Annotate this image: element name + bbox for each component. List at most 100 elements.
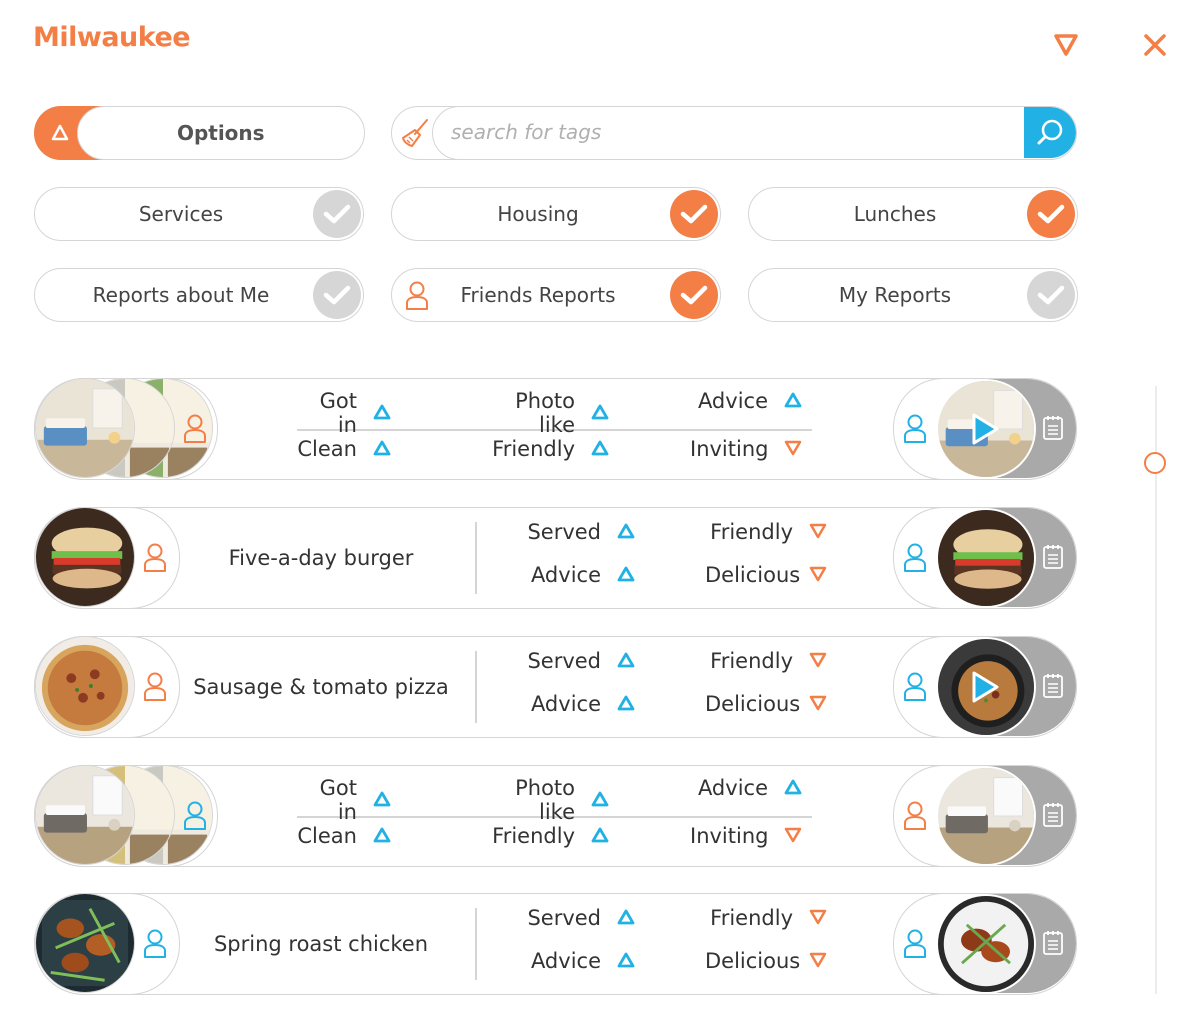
photo-thumbnail[interactable] — [35, 764, 135, 865]
divider — [475, 522, 477, 594]
close-icon[interactable] — [1143, 33, 1167, 57]
tag[interactable]: Got in — [297, 389, 391, 437]
tag[interactable]: Advice — [521, 692, 635, 716]
photo-thumbnail[interactable] — [35, 377, 135, 478]
photo-thumbnail[interactable] — [35, 506, 135, 607]
filter-label: My Reports — [838, 282, 952, 307]
divider — [475, 651, 477, 723]
user-icon[interactable] — [182, 800, 208, 836]
clear-broom-icon[interactable] — [400, 117, 430, 153]
user-icon[interactable] — [902, 542, 928, 578]
triangle-up-icon — [575, 824, 609, 848]
tag[interactable]: Clean — [297, 437, 391, 461]
user-icon[interactable] — [142, 928, 168, 964]
search-bar — [391, 105, 1077, 160]
checkmark-icon[interactable] — [670, 271, 718, 319]
tag[interactable]: Served — [521, 649, 635, 673]
tag[interactable]: Advice — [690, 389, 802, 413]
user-icon[interactable] — [902, 928, 928, 964]
checkmark-icon[interactable] — [1027, 190, 1075, 238]
filter-lunches[interactable]: Lunches — [748, 187, 1078, 241]
checkmark-icon[interactable] — [1027, 271, 1075, 319]
tag[interactable]: Photo like — [475, 389, 609, 437]
tag[interactable]: Friendly — [705, 906, 827, 930]
play-icon[interactable] — [969, 669, 1001, 709]
reporter-photo[interactable] — [936, 765, 1036, 866]
report-row[interactable]: Five-a-day burger Served Friendly Advice… — [33, 506, 1077, 609]
tag[interactable]: Friendly — [705, 520, 827, 544]
checkmark-icon[interactable] — [313, 190, 361, 238]
tag[interactable]: Got in — [297, 776, 391, 824]
options-button[interactable]: Options — [33, 105, 365, 160]
report-row[interactable]: Sausage & tomato pizza Served Friendly A… — [33, 635, 1077, 738]
tag[interactable]: Clean — [297, 824, 391, 848]
triangle-up-icon — [768, 776, 802, 800]
tag[interactable]: Photo like — [475, 776, 609, 824]
photo-thumbnail[interactable] — [35, 892, 135, 993]
tag-label: Served — [527, 520, 601, 544]
tag-label: Advice — [530, 563, 601, 587]
reporter-photo[interactable] — [936, 893, 1036, 994]
search-input[interactable] — [451, 106, 1011, 158]
tag-label: Advice — [530, 949, 601, 973]
notepad-icon[interactable] — [1042, 802, 1064, 832]
tag[interactable]: Delicious — [705, 563, 827, 587]
tag[interactable]: Friendly — [705, 649, 827, 673]
tag-label: Friendly — [492, 824, 575, 848]
tag[interactable]: Advice — [690, 776, 802, 800]
user-icon[interactable] — [902, 671, 928, 707]
report-row[interactable]: Spring roast chicken Served Friendly Adv… — [33, 892, 1077, 995]
search-button[interactable] — [1023, 106, 1076, 158]
reporter-cap — [893, 635, 1077, 738]
tag[interactable]: Friendly — [475, 437, 609, 461]
tag[interactable]: Advice — [521, 563, 635, 587]
reporter-cap — [893, 506, 1077, 609]
tag-label: Got in — [319, 389, 357, 437]
tag-label: Advice — [697, 776, 768, 800]
triangle-up-icon — [601, 949, 635, 973]
tag[interactable]: Friendly — [475, 824, 609, 848]
reporter-cap — [893, 892, 1077, 995]
tag[interactable]: Delicious — [705, 692, 827, 716]
notepad-icon[interactable] — [1042, 544, 1064, 574]
play-icon[interactable] — [969, 411, 1001, 451]
filter-triangle-icon[interactable] — [1053, 33, 1079, 57]
triangle-up-icon — [575, 401, 609, 425]
triangle-up-icon — [601, 520, 635, 544]
tag-label: Served — [527, 649, 601, 673]
filter-reports-about-me[interactable]: Reports about Me — [34, 268, 364, 322]
triangle-down-icon — [793, 520, 827, 544]
reporter-photo[interactable] — [936, 507, 1036, 608]
triangle-down-icon — [793, 906, 827, 930]
user-icon[interactable] — [142, 671, 168, 707]
filter-services[interactable]: Services — [34, 187, 364, 241]
filter-my-reports[interactable]: My Reports — [748, 268, 1078, 322]
tag[interactable]: Served — [521, 520, 635, 544]
user-icon[interactable] — [182, 413, 208, 449]
scrollbar-track[interactable] — [1155, 386, 1157, 994]
tag[interactable]: Delicious — [705, 949, 827, 973]
report-row[interactable]: Got in Photo like Advice Clean Friendly … — [33, 377, 1077, 480]
tag[interactable]: Inviting — [690, 824, 802, 848]
user-icon[interactable] — [902, 800, 928, 836]
checkmark-icon[interactable] — [313, 271, 361, 319]
tag[interactable]: Served — [521, 906, 635, 930]
photo-thumbnail[interactable] — [35, 635, 135, 736]
notepad-icon[interactable] — [1042, 673, 1064, 703]
notepad-icon[interactable] — [1042, 930, 1064, 960]
triangle-up-icon — [768, 389, 802, 413]
report-row[interactable]: Got in Photo like Advice Clean Friendly … — [33, 764, 1077, 867]
scrollbar-thumb[interactable] — [1144, 452, 1166, 474]
tag-label: Friendly — [492, 437, 575, 461]
triangle-up-icon — [51, 124, 68, 140]
user-icon[interactable] — [902, 413, 928, 449]
checkmark-icon[interactable] — [670, 190, 718, 238]
tag[interactable]: Advice — [521, 949, 635, 973]
triangle-up-icon — [357, 401, 391, 425]
tag[interactable]: Inviting — [690, 437, 802, 461]
user-icon[interactable] — [142, 542, 168, 578]
filter-housing[interactable]: Housing — [391, 187, 721, 241]
tag-label: Got in — [319, 776, 357, 824]
notepad-icon[interactable] — [1042, 415, 1064, 445]
filter-friends-reports[interactable]: Friends Reports — [391, 268, 721, 322]
